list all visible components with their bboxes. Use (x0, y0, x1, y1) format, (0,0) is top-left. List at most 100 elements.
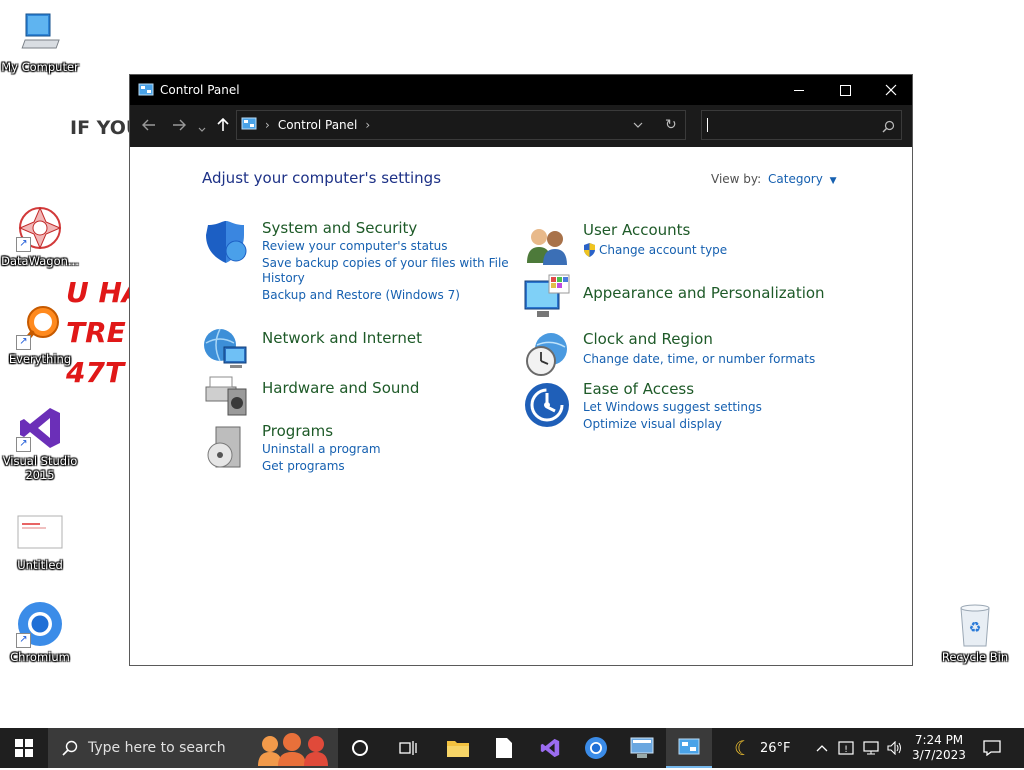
taskbar-chromium[interactable] (574, 728, 618, 768)
clock-time: 7:24 PM (914, 733, 964, 747)
taskbar-search-box[interactable]: Type here to search (48, 728, 338, 768)
chromium-icon: ↗ (16, 600, 64, 648)
desktop-icon-everything[interactable]: ↗ Everything (0, 302, 80, 366)
task-view-icon (399, 741, 417, 755)
category-title[interactable]: Programs (262, 422, 333, 440)
notification-center-button[interactable] (976, 728, 1008, 768)
taskbar-search-placeholder: Type here to search (88, 740, 226, 756)
link-change-account-type[interactable]: Change account type (599, 243, 727, 257)
clock-button[interactable]: 7:24 PM 3/7/2023 (908, 728, 970, 768)
search-control-panel-input[interactable] (701, 110, 902, 140)
category-title[interactable]: Appearance and Personalization (583, 284, 825, 302)
category-title[interactable]: System and Security (262, 219, 417, 237)
computer-icon (16, 10, 64, 58)
address-field[interactable]: › Control Panel › ↻ (236, 110, 686, 140)
view-by-dropdown[interactable]: Category ▼ (768, 172, 837, 186)
title-bar[interactable]: Control Panel (130, 75, 912, 105)
refresh-button[interactable]: ↻ (665, 117, 677, 133)
tray-volume-button[interactable] (884, 728, 906, 768)
category-title[interactable]: User Accounts (583, 221, 690, 239)
visual-studio-icon: ↗ (16, 404, 64, 452)
link-review-status[interactable]: Review your computer's status (262, 239, 448, 253)
back-button[interactable] (142, 117, 156, 136)
clock-date: 3/7/2023 (912, 748, 966, 762)
moon-icon: ☾ (734, 736, 752, 760)
taskbar-remote-desktop[interactable] (620, 728, 664, 768)
link-save-backup-cont[interactable]: History (262, 271, 305, 285)
address-dropdown-button[interactable] (633, 119, 643, 133)
recent-locations-button[interactable] (198, 119, 206, 138)
tray-update-icon-button[interactable]: ! (836, 728, 856, 768)
category-title[interactable]: Network and Internet (262, 329, 422, 347)
speaker-icon (887, 741, 901, 755)
link-uninstall-program[interactable]: Uninstall a program (262, 442, 381, 456)
link-backup-restore[interactable]: Backup and Restore (Windows 7) (262, 288, 460, 302)
network-icon (863, 741, 879, 755)
up-button[interactable] (216, 117, 230, 136)
folder-icon (447, 741, 469, 757)
minimize-icon (794, 89, 804, 91)
link-let-windows-suggest[interactable]: Let Windows suggest settings (583, 400, 762, 414)
breadcrumb-separator: › (265, 118, 270, 132)
computer-window-icon (630, 737, 654, 758)
taskbar-visual-studio[interactable] (528, 728, 572, 768)
tray-network-button[interactable] (860, 728, 882, 768)
notification-icon (983, 740, 1001, 756)
document-icon (16, 508, 64, 556)
task-view-button[interactable] (386, 728, 430, 768)
arrow-right-icon (173, 119, 186, 131)
control-panel-window: Control Panel › Control Panel › ↻ Adjust… (129, 74, 913, 666)
chevron-up-icon (816, 745, 828, 752)
search-highlight-people-icon (256, 732, 336, 770)
magnifier-icon: ↗ (16, 302, 64, 350)
control-panel-icon (678, 738, 700, 755)
taskbar: Type here to search ☾ 26°F ! 7:24 PM 3/7… (0, 728, 1024, 768)
link-save-backup[interactable]: Save backup copies of your files with Fi… (262, 256, 509, 270)
desktop-icon-recycle-bin[interactable]: ♻ Recycle Bin (935, 600, 1015, 664)
taskbar-file-explorer[interactable] (436, 728, 480, 768)
link-get-programs[interactable]: Get programs (262, 459, 345, 473)
control-panel-content: Adjust your computer's settings View by:… (130, 147, 912, 665)
desktop-icon-visual-studio[interactable]: ↗ Visual Studio 2015 (0, 404, 80, 482)
windows-logo-icon (15, 739, 33, 757)
shortcut-arrow-icon: ↗ (16, 437, 31, 452)
cortana-button[interactable] (340, 728, 380, 768)
close-icon (885, 84, 897, 96)
refresh-icon: ↻ (665, 117, 677, 133)
printer-speaker-icon (202, 369, 250, 417)
desktop-icon-chromium[interactable]: ↗ Chromium (0, 600, 80, 664)
category-title[interactable]: Hardware and Sound (262, 379, 419, 397)
mandala-icon: ↗ (16, 204, 64, 252)
search-icon (62, 740, 78, 756)
text-caret (707, 118, 708, 132)
breadcrumb-separator: › (365, 118, 371, 132)
link-change-date-time[interactable]: Change date, time, or number formats (583, 352, 815, 366)
weather-widget[interactable]: ☾ 26°F (734, 728, 806, 768)
close-button[interactable] (868, 75, 914, 105)
blank-document-icon (496, 738, 512, 758)
appearance-monitor-icon (523, 273, 571, 321)
shield-icon (202, 219, 250, 267)
desktop-icon-my-computer[interactable]: My Computer (0, 10, 80, 74)
breadcrumb-control-panel[interactable]: Control Panel (278, 118, 358, 132)
taskbar-notepad[interactable] (482, 728, 526, 768)
address-bar-area: › Control Panel › ↻ (130, 105, 912, 147)
programs-disc-icon (202, 423, 250, 471)
show-hidden-icons-button[interactable] (812, 728, 832, 768)
view-by-value: Category (768, 172, 823, 186)
desktop-icon-datawagon[interactable]: ↗ DataWagon... (0, 204, 80, 268)
maximize-button[interactable] (822, 75, 868, 105)
taskbar-control-panel-active[interactable] (666, 728, 712, 768)
minimize-button[interactable] (776, 75, 822, 105)
link-optimize-visual-display[interactable]: Optimize visual display (583, 417, 722, 431)
start-button[interactable] (0, 728, 48, 768)
forward-button[interactable] (172, 117, 186, 136)
caret-down-icon: ▼ (829, 176, 837, 186)
chromium-icon (585, 737, 607, 759)
shortcut-arrow-icon: ↗ (16, 633, 31, 648)
category-title[interactable]: Ease of Access (583, 380, 694, 398)
shortcut-arrow-icon: ↗ (16, 335, 31, 350)
desktop-icon-untitled[interactable]: Untitled (0, 508, 80, 572)
cortana-circle-icon (352, 740, 368, 756)
category-title[interactable]: Clock and Region (583, 330, 713, 348)
